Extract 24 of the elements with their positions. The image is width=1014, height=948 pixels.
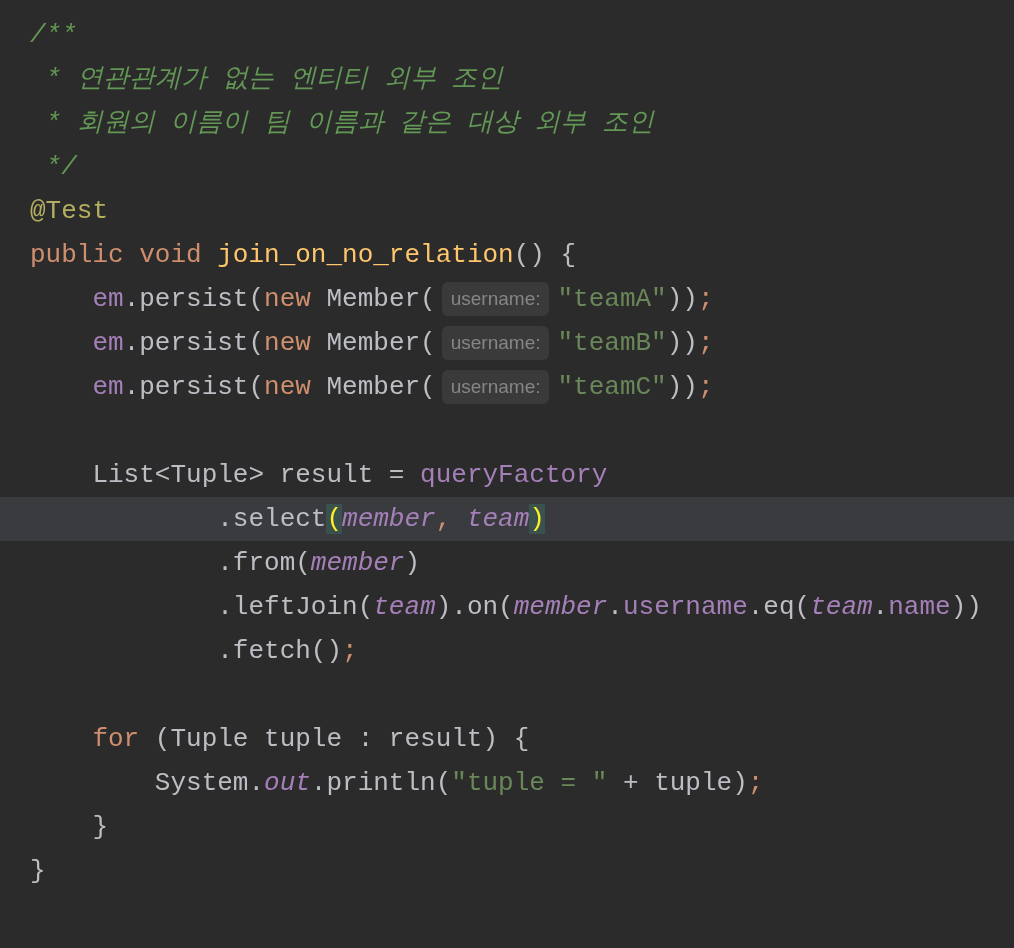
code-text: @Test xyxy=(30,194,108,228)
code-text: "teamA")); xyxy=(557,282,714,316)
parameter-hint: username: xyxy=(441,326,550,360)
code-text: em.persist(new Member( xyxy=(91,370,436,404)
code-text: .select(member, team) xyxy=(216,502,545,536)
code-text: .leftJoin(team).on(member.username.eq(team.name)) xyxy=(216,590,982,624)
code-text: em.persist(new Member( xyxy=(91,282,436,316)
code-text: */ xyxy=(44,150,77,184)
code-text: for (Tuple tuple : result) { xyxy=(91,722,530,756)
parameter-hint: username: xyxy=(441,282,550,316)
code-text: "teamB")); xyxy=(557,326,714,360)
code-text: System.out.println("tuple = " + tuple); xyxy=(153,766,764,800)
code-text: .from(member) xyxy=(216,546,421,580)
code-text: * 회원의 이름이 팀 이름과 같은 대상 외부 조인 xyxy=(44,106,655,140)
code-text: "teamC")); xyxy=(557,370,714,404)
code-text: } xyxy=(91,810,108,844)
parameter-hint: username: xyxy=(441,370,550,404)
code-text: List<Tuple> result = queryFactory xyxy=(91,458,608,492)
code-text: public void join_on_no_relation() { xyxy=(30,238,577,272)
code-text: /** xyxy=(30,18,77,52)
code-text: .fetch(); xyxy=(216,634,358,668)
code-text: } xyxy=(30,854,46,888)
code-text: em.persist(new Member( xyxy=(91,326,436,360)
code-text: * 연관관계가 없는 엔티티 외부 조인 xyxy=(44,62,504,96)
